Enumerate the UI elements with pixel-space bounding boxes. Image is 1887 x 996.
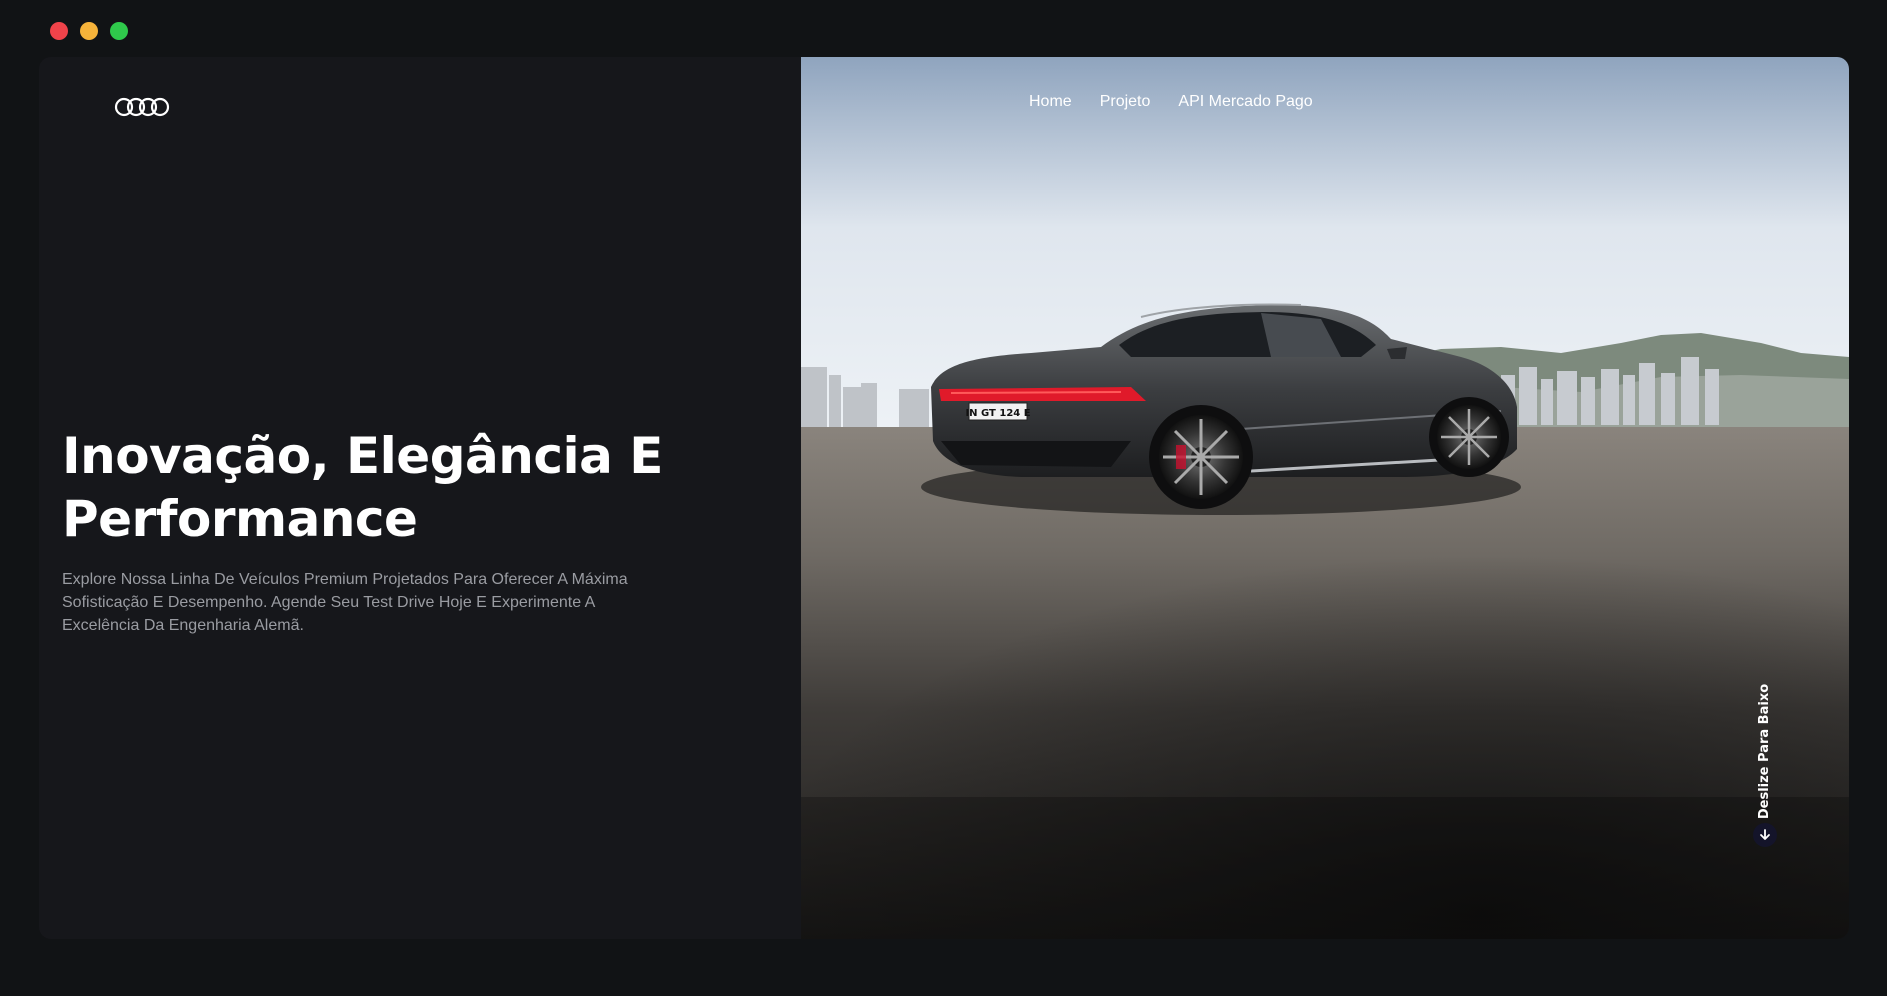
- nav-item-home[interactable]: Home: [1029, 93, 1072, 111]
- minimize-window-button[interactable]: [80, 22, 98, 40]
- scroll-down-hint[interactable]: Deslize Para Baixo: [1753, 683, 1777, 851]
- nav-item-projeto[interactable]: Projeto: [1100, 93, 1151, 111]
- landing-page: Inovação, Elegância E Performance Explor…: [39, 57, 1849, 939]
- car-hero-image: IN GT 124 E: [801, 57, 1849, 939]
- hero-title: Inovação, Elegância E Performance: [62, 427, 663, 548]
- hero-image-panel: IN GT 124 E Home Projeto API Mercado Pag…: [801, 57, 1849, 939]
- four-rings-logo-icon[interactable]: [114, 97, 170, 117]
- arrow-down-icon[interactable]: [1753, 823, 1777, 847]
- browser-window: Inovação, Elegância E Performance Explor…: [0, 0, 1887, 996]
- maximize-window-button[interactable]: [110, 22, 128, 40]
- hero-description: Explore Nossa Linha De Veículos Premium …: [62, 571, 628, 634]
- nav-item-api-mercado-pago[interactable]: API Mercado Pago: [1178, 93, 1312, 111]
- close-window-button[interactable]: [50, 22, 68, 40]
- window-controls: [50, 22, 128, 40]
- hero-text-panel: Inovação, Elegância E Performance Explor…: [39, 57, 801, 939]
- svg-text:IN GT 124 E: IN GT 124 E: [965, 408, 1030, 419]
- scroll-down-label: Deslize Para Baixo: [1757, 683, 1773, 819]
- main-nav: Home Projeto API Mercado Pago: [1029, 93, 1313, 111]
